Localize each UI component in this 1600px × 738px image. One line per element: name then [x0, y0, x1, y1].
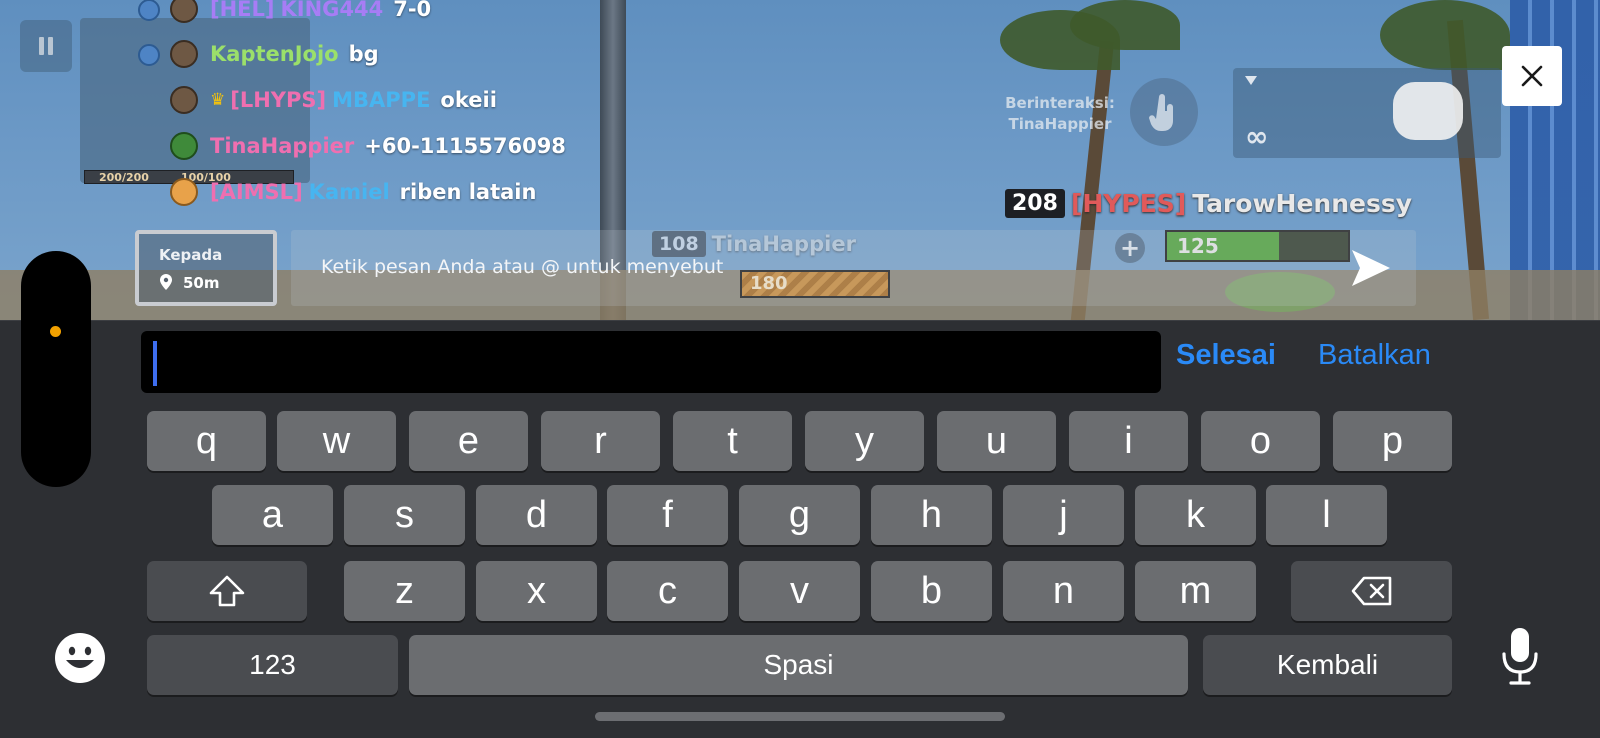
avatar	[170, 86, 198, 114]
recipient-label: Kepada	[159, 246, 223, 264]
key-f[interactable]: f	[607, 485, 728, 545]
text-input-field[interactable]	[141, 331, 1161, 393]
key-c[interactable]: c	[607, 561, 728, 621]
message-input-bar[interactable]: Ketik pesan Anda atau @ untuk menyebut	[291, 230, 1416, 306]
close-button[interactable]	[1502, 46, 1562, 106]
key-o[interactable]: o	[1201, 411, 1320, 471]
chat-text: +60-1115576098	[364, 134, 566, 158]
message-placeholder: Ketik pesan Anda atau @ untuk menyebut	[321, 256, 724, 278]
chat-username[interactable]: KING444	[281, 0, 384, 21]
key-p[interactable]: p	[1333, 411, 1452, 471]
chat-clan-tag: [HEL]	[210, 0, 275, 21]
emote-panel[interactable]: ∞	[1233, 68, 1501, 158]
dropdown-arrow-icon[interactable]	[1245, 76, 1257, 85]
game-scene: 200/200 100/100 [HEL] KING444 7-0 Kapten…	[0, 0, 1600, 320]
side-handle[interactable]	[21, 251, 91, 487]
send-icon	[1352, 250, 1390, 286]
chat-log: [HEL] KING444 7-0 KaptenJojo bg ♛ [LHYPS…	[0, 0, 600, 215]
key-w[interactable]: w	[277, 411, 396, 471]
chat-username[interactable]: MBAPPE	[332, 88, 430, 112]
numbers-key[interactable]: 123	[147, 635, 398, 695]
chat-clan-tag: [LHYPS]	[230, 88, 327, 112]
microphone-icon	[1502, 628, 1538, 685]
on-screen-keyboard: Selesai Batalkan q w e r t y u i o p a s…	[0, 320, 1600, 738]
key-t[interactable]: t	[673, 411, 792, 471]
key-i[interactable]: i	[1069, 411, 1188, 471]
cancel-button[interactable]: Batalkan	[1318, 339, 1431, 372]
player-name: TarowHennessy	[1192, 188, 1413, 218]
key-z[interactable]: z	[344, 561, 465, 621]
chat-username[interactable]: Kamiel	[309, 180, 390, 204]
interact-button[interactable]	[1130, 78, 1198, 146]
home-indicator[interactable]	[595, 712, 1005, 721]
player-nametag[interactable]: 208 [HYPES] TarowHennessy	[1005, 184, 1412, 222]
key-b[interactable]: b	[871, 561, 992, 621]
interaction-target: TinaHappier	[1008, 115, 1112, 133]
key-l[interactable]: l	[1266, 485, 1387, 545]
avatar	[170, 0, 198, 23]
key-u[interactable]: u	[937, 411, 1056, 471]
chat-text: 7-0	[393, 0, 432, 21]
chat-text: bg	[348, 42, 379, 66]
key-g[interactable]: g	[739, 485, 860, 545]
palm-leaves	[1070, 0, 1180, 50]
player-level: 208	[1005, 188, 1065, 218]
backspace-icon	[1351, 576, 1391, 606]
emoji-button[interactable]	[54, 632, 106, 684]
crown-icon: ♛	[210, 90, 226, 110]
fist-emote-icon[interactable]	[1393, 82, 1463, 140]
key-e[interactable]: e	[409, 411, 528, 471]
key-a[interactable]: a	[212, 485, 333, 545]
done-button[interactable]: Selesai	[1176, 339, 1276, 372]
close-icon	[1521, 65, 1543, 87]
shift-arrow-icon	[209, 575, 245, 607]
key-q[interactable]: q	[147, 411, 266, 471]
chat-text: riben latain	[399, 180, 537, 204]
globe-icon	[138, 0, 160, 21]
recipient-selector[interactable]: Kepada 50m	[135, 230, 277, 306]
chat-text: okeii	[440, 88, 497, 112]
interaction-label: Berinteraksi: TinaHappier	[1005, 93, 1115, 135]
shift-key[interactable]	[147, 561, 307, 621]
key-j[interactable]: j	[1003, 485, 1124, 545]
chat-clan-tag: [AIMSL]	[210, 180, 303, 204]
indicator-dot	[50, 326, 61, 337]
player-clan-tag: [HYPES]	[1070, 188, 1187, 218]
space-key[interactable]: Spasi	[409, 635, 1188, 695]
avatar	[170, 132, 198, 160]
return-key[interactable]: Kembali	[1203, 635, 1452, 695]
avatar	[170, 178, 198, 206]
key-s[interactable]: s	[344, 485, 465, 545]
key-v[interactable]: v	[739, 561, 860, 621]
key-k[interactable]: k	[1135, 485, 1256, 545]
key-d[interactable]: d	[476, 485, 597, 545]
avatar	[170, 40, 198, 68]
key-x[interactable]: x	[476, 561, 597, 621]
chat-username[interactable]: KaptenJojo	[210, 42, 339, 66]
emoji-icon	[55, 633, 105, 683]
infinity-icon: ∞	[1245, 120, 1269, 153]
chat-username[interactable]: TinaHappier	[210, 134, 354, 158]
text-caret	[153, 341, 157, 386]
microphone-button[interactable]	[1500, 626, 1540, 686]
hand-pointer-icon	[1149, 94, 1173, 131]
key-r[interactable]: r	[541, 411, 660, 471]
recipient-distance: 50m	[183, 274, 220, 292]
send-button[interactable]	[1350, 248, 1392, 288]
key-h[interactable]: h	[871, 485, 992, 545]
palm-leaves	[1380, 0, 1510, 70]
globe-icon	[138, 44, 160, 66]
key-n[interactable]: n	[1003, 561, 1124, 621]
interaction-title: Berinteraksi:	[1005, 94, 1115, 112]
location-pin-icon	[160, 274, 172, 290]
key-y[interactable]: y	[805, 411, 924, 471]
backspace-key[interactable]	[1291, 561, 1452, 621]
key-m[interactable]: m	[1135, 561, 1256, 621]
